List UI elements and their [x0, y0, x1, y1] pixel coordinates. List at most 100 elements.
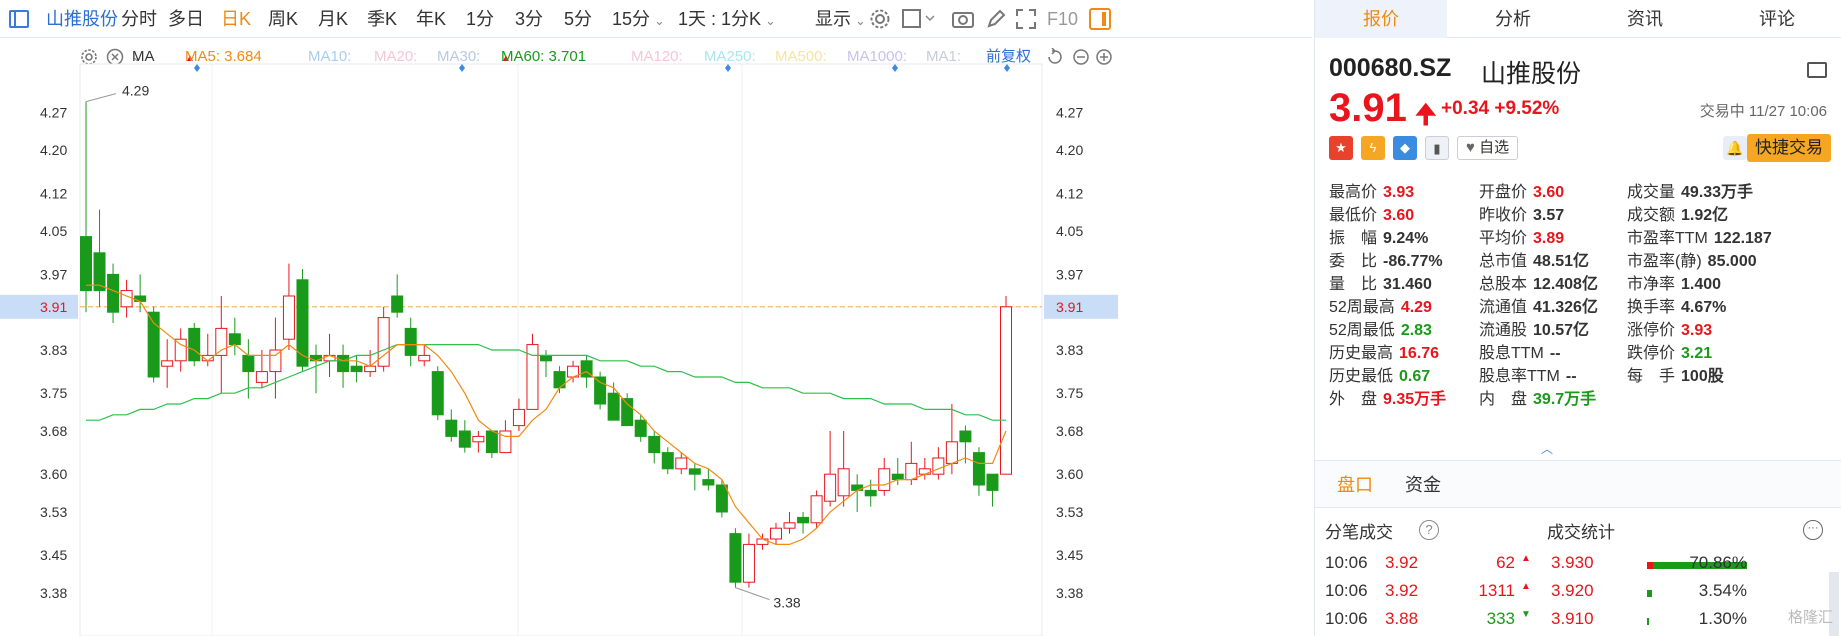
quote-label: 成交量 — [1627, 184, 1676, 201]
tick-price: 3.88 — [1385, 609, 1419, 628]
candle-body — [932, 457, 945, 475]
tab-quote[interactable]: 报价 — [1315, 0, 1447, 38]
quote-label: 昨收价 — [1479, 207, 1528, 224]
trade-status: 交易中 11/27 10:06 — [1699, 103, 1827, 120]
y-tick-left: 3.53 — [40, 504, 67, 520]
quote-cell: 内 盘 39.7万手 — [1479, 385, 1596, 409]
y-tick-left: 3.68 — [40, 423, 67, 439]
watchlist-label: 自选 — [1479, 139, 1510, 156]
tick-volume: 1311 — [1478, 581, 1515, 600]
y-tick-right: 4.27 — [1056, 104, 1083, 120]
current-price: 3.91 — [1329, 86, 1407, 130]
tick-time: 10:06 — [1325, 581, 1368, 600]
quote-cell: 涨停价 3.93 — [1627, 316, 1712, 340]
lightning-icon[interactable]: ϟ — [1361, 136, 1385, 160]
help-icon[interactable]: ? — [1419, 520, 1439, 540]
stats-pct: 70.86% — [1689, 553, 1747, 572]
tab-comments[interactable]: 评论 — [1711, 0, 1841, 38]
tab-capital[interactable]: 资金 — [1405, 461, 1441, 509]
candle-body — [337, 354, 350, 373]
quote-value: 0.67 — [1399, 368, 1431, 385]
tick-time: 10:06 — [1325, 553, 1368, 572]
quick-trade-button[interactable]: 快捷交易 — [1747, 134, 1831, 162]
expand-icon[interactable]: ︿ — [1541, 440, 1553, 457]
quote-value: 85.000 — [1707, 253, 1757, 270]
y-tick-left: 3.45 — [40, 547, 67, 563]
candle-body — [215, 327, 228, 356]
candle-body — [986, 473, 999, 491]
quote-value: 3.93 — [1383, 184, 1415, 201]
quote-label: 流通股 — [1479, 322, 1528, 339]
y-tick-right: 3.97 — [1056, 266, 1083, 282]
tab-analysis[interactable]: 分析 — [1447, 0, 1579, 38]
quote-cell: 最低价 3.60 — [1329, 201, 1414, 225]
quote-value: 16.76 — [1399, 345, 1440, 362]
quote-label: 内 盘 — [1479, 391, 1528, 408]
bell-icon[interactable]: 🔔 — [1723, 136, 1747, 160]
stats-pct: 3.54% — [1698, 581, 1747, 600]
quote-value: 3.89 — [1533, 230, 1565, 247]
y-tick-right: 3.75 — [1056, 385, 1083, 401]
menu-icon[interactable] — [1807, 62, 1827, 78]
quote-row: 最低价 3.60 昨收价 3.57 成交额 1.92亿 — [1329, 201, 1839, 225]
more-icon[interactable]: ··· — [1803, 520, 1823, 540]
stats-bar — [1647, 618, 1650, 625]
stats-title: 成交统计 — [1547, 523, 1615, 542]
quote-cell: 总股本 12.408亿 — [1479, 270, 1598, 294]
panel-tabs: 报价 分析 资讯 评论 — [1315, 0, 1841, 38]
quote-value: 1.400 — [1681, 276, 1722, 293]
y-tick-left: 4.20 — [40, 142, 67, 158]
current-price-label-right: 3.91 — [1056, 299, 1083, 315]
quote-value: 3.57 — [1533, 207, 1565, 224]
tick-row: 10:06 3.88 333 ▼ 3.910 1.30% — [1325, 609, 1835, 636]
y-tick-right: 3.60 — [1056, 466, 1083, 482]
tick-volume: 333 — [1486, 609, 1515, 628]
y-tick-left: 3.97 — [40, 266, 67, 282]
quote-row: 历史最低 0.67 股息率TTM -- 每 手 100股 — [1329, 362, 1839, 386]
candle-body — [918, 468, 931, 475]
quote-row: 最高价 3.93 开盘价 3.60 成交量 49.33万手 — [1329, 178, 1839, 201]
y-tick-right: 3.68 — [1056, 423, 1083, 439]
candle-body — [675, 457, 688, 470]
bookmark-icon[interactable]: ▮ — [1425, 136, 1449, 160]
tab-order-book[interactable]: 盘口 — [1337, 461, 1373, 509]
quote-value: 10.57亿 — [1533, 322, 1590, 339]
candle-body — [756, 538, 769, 545]
candle-body — [770, 527, 782, 540]
quote-value: 39.7万手 — [1533, 391, 1597, 408]
quote-cell: 市盈率(静) 85.000 — [1627, 247, 1757, 271]
candlestick-chart[interactable]: 4.27 4.27 4.20 4.20 4.12 4.12 4.05 4.05 3.97 3.97… — [0, 0, 1312, 636]
candle-body — [255, 371, 268, 383]
candle-body — [431, 371, 444, 416]
candle-body — [404, 327, 417, 356]
quote-value: 122.187 — [1713, 230, 1772, 247]
y-tick-right: 4.12 — [1056, 185, 1083, 201]
y-tick-right: 3.53 — [1056, 504, 1083, 520]
china-flag-icon[interactable]: ★ — [1329, 136, 1353, 160]
price-change: +0.34 +9.52% — [1441, 98, 1559, 120]
candle-body — [350, 365, 363, 373]
tab-news[interactable]: 资讯 — [1579, 0, 1711, 38]
quote-cell: 股息TTM -- — [1479, 339, 1561, 363]
tag-icon[interactable]: ◆ — [1393, 136, 1417, 160]
candle-body — [878, 468, 891, 491]
quote-label: 52周最低 — [1329, 322, 1395, 339]
candle-body — [445, 419, 458, 437]
tick-row: 10:06 3.92 1311 ▲ 3.920 3.54% — [1325, 581, 1835, 609]
quote-label: 市盈率TTM — [1627, 230, 1708, 247]
candle-body — [621, 398, 634, 427]
quote-label: 涨停价 — [1627, 322, 1676, 339]
quote-row: 52周最高 4.29 流通值 41.326亿 换手率 4.67% — [1329, 293, 1839, 316]
candle-body — [174, 338, 187, 362]
quote-cell: 每 手 100股 — [1627, 362, 1724, 386]
quote-label: 成交额 — [1627, 207, 1676, 224]
stats-price: 3.920 — [1551, 581, 1594, 600]
candle-body — [80, 236, 92, 292]
candle-body — [161, 360, 174, 367]
candle-body — [783, 522, 796, 529]
add-watchlist-button[interactable]: ♥ 自选 — [1457, 136, 1519, 160]
quote-label: 总股本 — [1479, 276, 1528, 293]
quote-cell: 量 比 31.460 — [1329, 270, 1432, 294]
quote-label: 跌停价 — [1627, 345, 1676, 362]
candle-body — [540, 354, 552, 362]
